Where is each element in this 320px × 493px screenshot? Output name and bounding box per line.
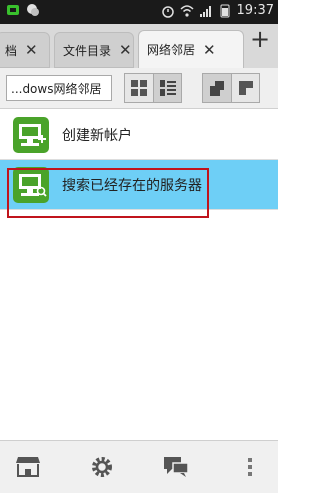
clock: 19:37 — [236, 3, 274, 18]
messages-button[interactable] — [162, 453, 190, 481]
wechat-icon — [26, 3, 40, 17]
grid-view-icon — [131, 80, 147, 96]
window-toggle — [202, 73, 260, 103]
messages-icon — [164, 457, 189, 477]
list-item-label: 创建新帐户 — [62, 128, 132, 144]
list-view-button[interactable] — [153, 74, 181, 102]
wifi-icon — [180, 4, 194, 18]
highlight-annotation — [7, 168, 209, 218]
list-view-icon — [159, 80, 176, 96]
list-item-create-account[interactable]: 创建新帐户 — [0, 110, 278, 160]
battery-icon — [218, 4, 232, 18]
window-2-button[interactable] — [231, 74, 259, 102]
toolbar: ...dows网络邻居 — [0, 68, 278, 109]
close-icon[interactable]: ✕ — [25, 41, 38, 59]
tab-label: 文件目录 — [63, 43, 112, 58]
more-icon — [248, 458, 252, 476]
tab-bar: 档 ✕ 文件目录 ✕ 网络邻居 ✕ — [0, 24, 278, 69]
path-field[interactable]: ...dows网络邻居 — [6, 75, 112, 101]
window-1-icon — [210, 81, 224, 96]
more-menu-button[interactable] — [236, 453, 264, 481]
settings-button[interactable] — [88, 453, 116, 481]
alarm-icon — [161, 4, 175, 18]
store-button[interactable] — [14, 453, 42, 481]
window-2-icon — [238, 81, 253, 95]
status-bar: 19:37 — [0, 0, 278, 24]
tab-file-directory[interactable]: 文件目录 ✕ — [54, 32, 134, 68]
tab-label: 网络邻居 — [147, 43, 196, 57]
tab-label: 档 — [5, 43, 18, 58]
bottom-bar — [0, 440, 278, 493]
notification-icon — [6, 3, 20, 17]
window-1-button[interactable] — [203, 74, 231, 102]
settings-icon — [92, 457, 112, 477]
grid-view-button[interactable] — [125, 74, 153, 102]
tab-documents[interactable]: 档 ✕ — [0, 32, 50, 68]
view-toggle — [124, 73, 182, 103]
close-icon[interactable]: ✕ — [203, 41, 216, 59]
signal-icon — [199, 4, 213, 18]
close-icon[interactable]: ✕ — [119, 41, 132, 59]
store-icon — [16, 457, 40, 477]
add-tab-button[interactable]: + — [250, 27, 270, 51]
add-account-icon — [13, 117, 49, 153]
tab-network-neighborhood[interactable]: 网络邻居 ✕ — [138, 30, 244, 68]
